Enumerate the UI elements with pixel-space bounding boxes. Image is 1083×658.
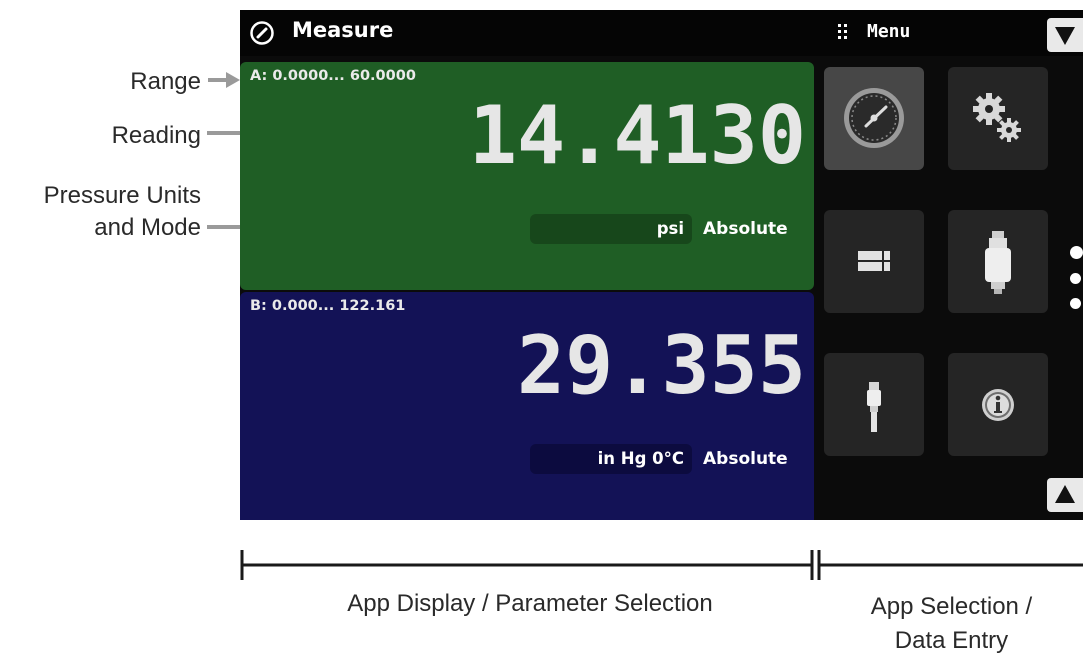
gauge-icon [844, 88, 904, 148]
page-indicator-dot-1[interactable] [1070, 246, 1083, 259]
app-tile-display-layout[interactable] [824, 210, 924, 313]
gears-icon [973, 93, 1021, 142]
channel-a-units[interactable]: psi [530, 214, 692, 244]
channel-a-panel[interactable]: A: 0.0000... 60.0000 14.4130 psi Absolut… [240, 62, 814, 290]
page-title: Measure [292, 18, 394, 42]
channel-a-mode[interactable]: Absolute [703, 214, 788, 244]
range-arrow-shaft [208, 78, 228, 82]
scroll-up-button[interactable] [1047, 478, 1083, 512]
app-tile-sensor[interactable] [948, 210, 1048, 313]
channel-a-reading: 14.4130 [468, 89, 806, 182]
device-screen: Measure Menu A: 0.0000... 60.0000 14.413… [240, 10, 1083, 520]
grip-dots-icon[interactable] [837, 22, 849, 42]
channel-a-range: A: 0.0000... 60.0000 [250, 68, 416, 84]
caption-app-display: App Display / Parameter Selection [347, 590, 713, 617]
channel-b-mode[interactable]: Absolute [703, 444, 788, 474]
caption-app-selection-line1: App Selection / [870, 593, 1033, 620]
range-annotation: Range [130, 68, 201, 95]
probe-icon [867, 382, 881, 432]
app-tile-probe[interactable] [824, 353, 924, 456]
units-annotation: Pressure Units and Mode [44, 180, 201, 244]
page-indicator-dot-3[interactable] [1070, 298, 1081, 309]
channel-b-units[interactable]: in Hg 0°C [530, 444, 692, 474]
caption-app-selection: App Selection / Data Entry [820, 590, 1083, 658]
app-tile-measure[interactable] [824, 67, 924, 170]
title-bar: Measure Menu [240, 10, 1083, 56]
layout-icon [858, 251, 890, 271]
units-annotation-line2: and Mode [94, 214, 201, 241]
app-tile-settings[interactable] [948, 67, 1048, 170]
channel-b-panel[interactable]: B: 0.000... 122.161 29.355 in Hg 0°C Abs… [240, 292, 814, 520]
channel-b-reading: 29.355 [517, 319, 806, 412]
info-icon [982, 389, 1014, 421]
app-tile-info[interactable] [948, 353, 1048, 456]
menu-button[interactable]: Menu [867, 21, 910, 42]
range-arrow-head [226, 72, 240, 88]
gauge-icon [250, 21, 274, 45]
triangle-up-icon [1055, 485, 1075, 503]
caption-app-selection-line2: Data Entry [894, 627, 1009, 654]
triangle-down-icon [1055, 27, 1075, 45]
reading-annotation: Reading [111, 122, 201, 149]
units-annotation-line1: Pressure Units [43, 182, 201, 209]
transducer-icon [985, 231, 1011, 294]
channel-b-range: B: 0.000... 122.161 [250, 298, 406, 314]
page-indicator-dot-2[interactable] [1070, 273, 1081, 284]
scroll-down-button[interactable] [1047, 18, 1083, 52]
